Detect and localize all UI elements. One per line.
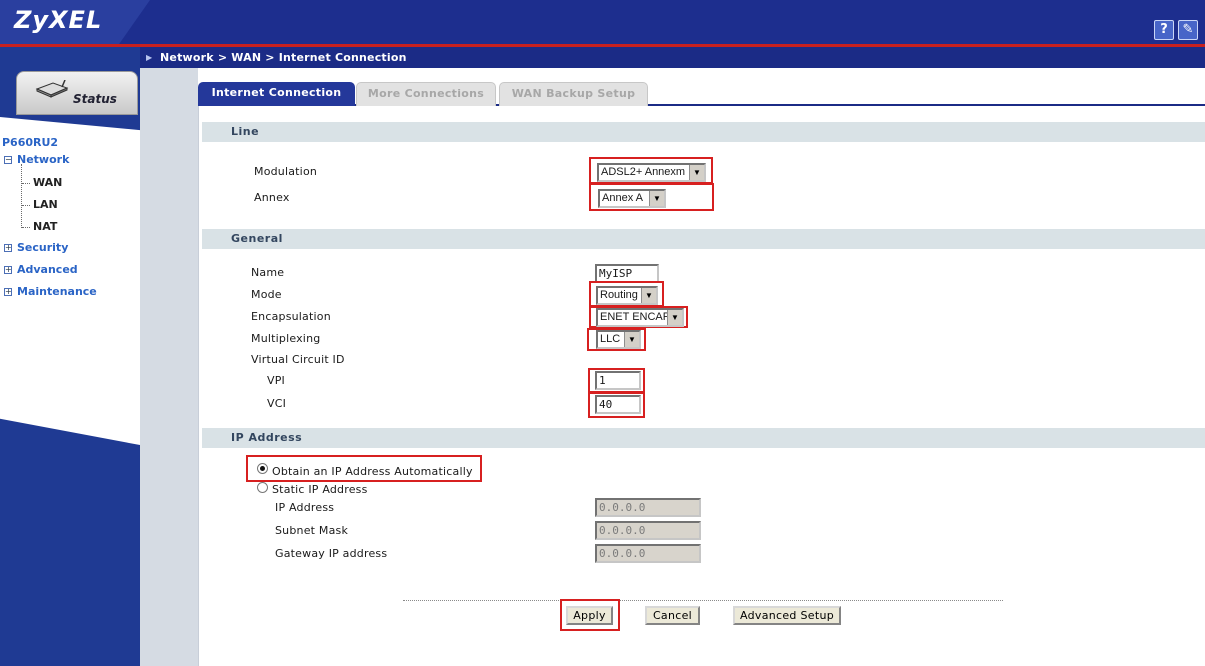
wrench-icon[interactable]: ✎ bbox=[1178, 20, 1198, 40]
encapsulation-select[interactable]: ENET ENCAP ▼ bbox=[596, 308, 684, 327]
tab-wan-backup-setup[interactable]: WAN Backup Setup bbox=[499, 82, 648, 106]
modulation-select[interactable]: ADSL2+ Annexm ▼ bbox=[597, 163, 706, 182]
chevron-down-icon[interactable]: ▼ bbox=[689, 165, 704, 180]
chevron-down-icon[interactable]: ▼ bbox=[667, 310, 682, 325]
gateway-label: Gateway IP address bbox=[275, 547, 388, 560]
name-label: Name bbox=[251, 266, 285, 279]
multiplexing-value: LLC bbox=[600, 333, 621, 345]
nav-maintenance[interactable]: Maintenance bbox=[17, 285, 97, 298]
nav-nat[interactable]: NAT bbox=[33, 220, 57, 233]
nav-wan[interactable]: WAN bbox=[33, 176, 62, 189]
ip-address-label: IP Address bbox=[275, 501, 335, 514]
section-general: General bbox=[202, 229, 1205, 249]
expand-icon[interactable]: + bbox=[4, 266, 12, 274]
zyxel-logo: ZyXEL bbox=[14, 6, 103, 34]
tab-internet-connection[interactable]: Internet Connection bbox=[198, 82, 355, 106]
multiplexing-select[interactable]: LLC ▼ bbox=[596, 330, 641, 349]
question-icon[interactable]: ? bbox=[1154, 20, 1174, 40]
cancel-button[interactable]: Cancel bbox=[645, 606, 700, 625]
breadcrumb-text: Network > WAN > Internet Connection bbox=[160, 51, 407, 64]
expand-icon[interactable]: + bbox=[4, 288, 12, 296]
expand-icon[interactable]: + bbox=[4, 244, 12, 252]
tree-line bbox=[21, 164, 22, 228]
mode-label: Mode bbox=[251, 288, 282, 301]
subnet-mask-input[interactable]: 0.0.0.0 bbox=[595, 521, 701, 540]
ip-address-input[interactable]: 0.0.0.0 bbox=[595, 498, 701, 517]
encapsulation-value: ENET ENCAP bbox=[600, 311, 671, 323]
page-frame bbox=[198, 106, 205, 666]
nav-security[interactable]: Security bbox=[17, 241, 68, 254]
chevron-down-icon[interactable]: ▼ bbox=[649, 191, 664, 206]
annex-value: Annex A bbox=[602, 192, 643, 204]
radio-static-ip[interactable] bbox=[257, 482, 268, 493]
nav-advanced[interactable]: Advanced bbox=[17, 263, 78, 276]
static-ip-label: Static IP Address bbox=[272, 483, 368, 496]
advanced-setup-button[interactable]: Advanced Setup bbox=[733, 606, 841, 625]
breadcrumb: ▶ Network > WAN > Internet Connection bbox=[140, 47, 1205, 68]
encapsulation-label: Encapsulation bbox=[251, 310, 331, 323]
nav-network[interactable]: Network bbox=[17, 153, 69, 166]
mode-value: Routing bbox=[600, 289, 638, 301]
apply-button[interactable]: Apply bbox=[566, 606, 613, 625]
vpi-label: VPI bbox=[267, 374, 286, 387]
multiplexing-label: Multiplexing bbox=[251, 332, 321, 345]
vpi-input[interactable]: 1 bbox=[595, 371, 641, 390]
chevron-down-icon[interactable]: ▼ bbox=[624, 332, 639, 347]
radio-obtain-automatically[interactable] bbox=[257, 463, 268, 474]
chevron-down-icon[interactable]: ▼ bbox=[641, 288, 656, 303]
modulation-label: Modulation bbox=[254, 165, 318, 178]
annex-select[interactable]: Annex A ▼ bbox=[598, 189, 666, 208]
obtain-automatically-label: Obtain an IP Address Automatically bbox=[272, 465, 473, 478]
collapse-icon[interactable]: − bbox=[4, 156, 12, 164]
device-name: P660RU2 bbox=[2, 136, 59, 149]
content-gutter bbox=[140, 68, 198, 666]
section-line: Line bbox=[202, 122, 1205, 142]
annex-label: Annex bbox=[254, 191, 290, 204]
tab-strip: Internet Connection More Connections WAN… bbox=[198, 82, 1205, 106]
top-banner: ZyXEL ? ✎ bbox=[0, 0, 1205, 47]
gateway-input[interactable]: 0.0.0.0 bbox=[595, 544, 701, 563]
tree-branch bbox=[22, 183, 30, 184]
button-separator bbox=[403, 600, 1003, 601]
virtual-circuit-label: Virtual Circuit ID bbox=[251, 353, 345, 366]
subnet-mask-label: Subnet Mask bbox=[275, 524, 349, 537]
modulation-value: ADSL2+ Annexm bbox=[601, 166, 686, 178]
mode-select[interactable]: Routing ▼ bbox=[596, 286, 658, 305]
breadcrumb-arrow-icon: ▶ bbox=[146, 53, 153, 62]
vci-label: VCI bbox=[267, 397, 287, 410]
tab-more-connections[interactable]: More Connections bbox=[356, 82, 496, 106]
tree-branch bbox=[22, 205, 30, 206]
sidebar-tree: P660RU2 − Network WAN LAN NAT + Security… bbox=[0, 47, 140, 666]
tree-branch bbox=[22, 227, 30, 228]
vci-input[interactable]: 40 bbox=[595, 395, 641, 414]
section-ip-address: IP Address bbox=[202, 428, 1205, 448]
nav-lan[interactable]: LAN bbox=[33, 198, 58, 211]
